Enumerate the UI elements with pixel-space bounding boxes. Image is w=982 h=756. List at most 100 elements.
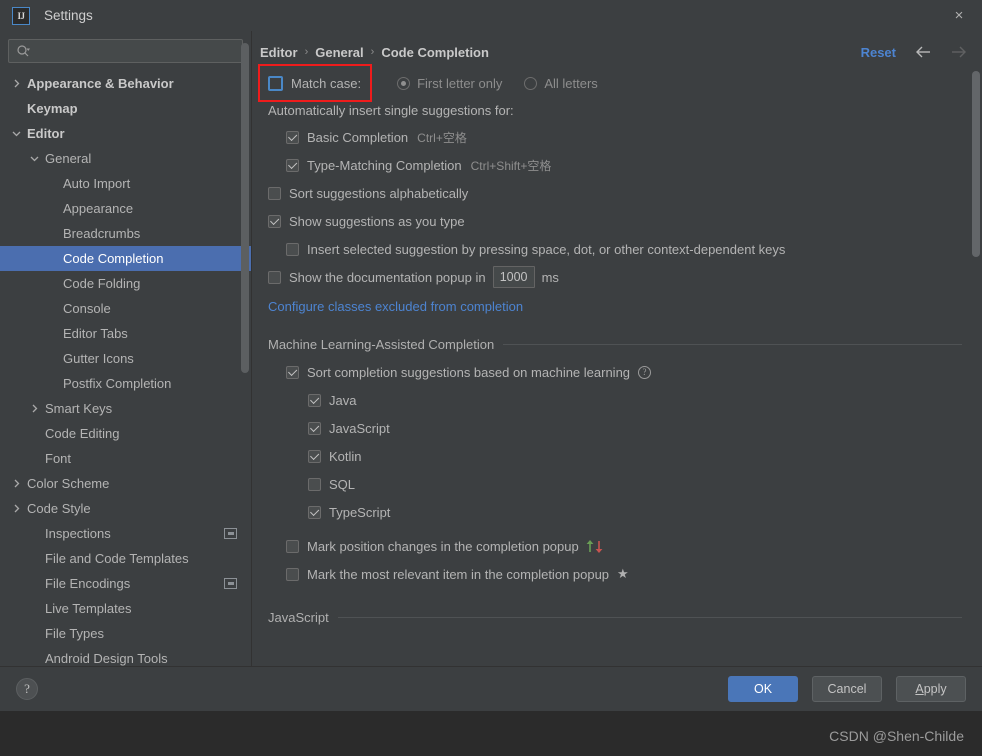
type-matching-completion-row: Type-Matching Completion Ctrl+Shift+空格: [260, 151, 962, 179]
sidebar-item-label: Inspections: [45, 526, 111, 541]
help-circle-icon[interactable]: ?: [638, 365, 652, 379]
content-scrollbar-thumb[interactable]: [972, 71, 980, 257]
doc-popup-checkbox[interactable]: [268, 270, 281, 284]
ml-language-typescript-checkbox[interactable]: [308, 505, 321, 519]
show-suggestions-checkbox[interactable]: [268, 214, 281, 228]
mark-relevant-checkbox[interactable]: [286, 567, 299, 581]
arrow-left-icon[interactable]: [914, 45, 932, 59]
ml-language-row: JavaScript: [260, 414, 962, 442]
sidebar-item-gutter-icons[interactable]: Gutter Icons: [0, 346, 251, 371]
ml-language-kotlin-checkbox[interactable]: [308, 449, 321, 463]
ml-language-java-checkbox[interactable]: [308, 393, 321, 407]
sidebar-item-live-templates[interactable]: Live Templates: [0, 596, 251, 621]
chevron-down-icon[interactable]: [10, 128, 22, 140]
reset-button[interactable]: Reset: [861, 45, 896, 60]
type-matching-completion-checkbox[interactable]: [286, 158, 299, 172]
auto-insert-header-row: Automatically insert single suggestions …: [260, 97, 962, 123]
mark-relevant-row: Mark the most relevant item in the compl…: [260, 560, 962, 588]
sidebar-item-label: Smart Keys: [45, 401, 113, 416]
sidebar-item-keymap[interactable]: Keymap: [0, 96, 251, 121]
sidebar-item-code-editing[interactable]: Code Editing: [0, 421, 251, 446]
radio-all-letters[interactable]: [524, 76, 538, 90]
chevron-right-icon[interactable]: [10, 78, 22, 90]
sidebar-item-editor[interactable]: Editor: [0, 121, 251, 146]
chevron-right-icon[interactable]: [10, 478, 22, 490]
ml-language-row: SQL: [260, 470, 962, 498]
ml-language-sql-checkbox[interactable]: [308, 477, 321, 491]
window-title: Settings: [44, 8, 93, 23]
sidebar-item-label: File Types: [45, 626, 105, 641]
settings-dialog: IJ Settings × Appearance & Behavior Keym…: [0, 0, 982, 711]
breadcrumb-item-general[interactable]: General: [315, 45, 363, 60]
search-icon: [16, 44, 30, 58]
sidebar-item-font[interactable]: Font: [0, 446, 251, 471]
sidebar-item-inspections[interactable]: Inspections: [0, 521, 251, 546]
search-input[interactable]: [30, 43, 242, 59]
configure-excluded-classes-link[interactable]: Configure classes excluded from completi…: [268, 299, 523, 314]
doc-popup-delay-input[interactable]: [492, 266, 535, 288]
sidebar-scrollbar-thumb[interactable]: [241, 43, 249, 373]
sidebar-item-code-style[interactable]: Code Style: [0, 496, 251, 521]
sidebar-item-auto-import[interactable]: Auto Import: [0, 171, 251, 196]
apply-button[interactable]: Apply: [896, 676, 966, 702]
ml-language-sql-label: SQL: [329, 476, 356, 492]
sidebar-item-editor-tabs[interactable]: Editor Tabs: [0, 321, 251, 346]
breadcrumb-separator: ›: [304, 46, 309, 58]
ml-language-javascript-checkbox[interactable]: [308, 421, 321, 435]
sidebar-item-android-design-tools[interactable]: Android Design Tools: [0, 646, 251, 666]
match-case-checkbox[interactable]: [268, 75, 283, 91]
sidebar-item-label: File and Code Templates: [45, 551, 189, 566]
insert-selected-checkbox[interactable]: [286, 242, 299, 256]
ml-language-row: Kotlin: [260, 442, 962, 470]
sidebar-item-smart-keys[interactable]: Smart Keys: [0, 396, 251, 421]
cancel-button[interactable]: Cancel: [812, 676, 882, 702]
sidebar-item-file-types[interactable]: File Types: [0, 621, 251, 646]
sidebar-item-file-encodings[interactable]: File Encodings: [0, 571, 251, 596]
chevron-right-icon[interactable]: [28, 403, 40, 415]
sort-alphabetically-checkbox[interactable]: [268, 186, 281, 200]
close-icon[interactable]: ×: [936, 0, 982, 31]
settings-tree: Appearance & Behavior Keymap Editor General…: [0, 69, 251, 666]
ok-button[interactable]: OK: [728, 676, 798, 702]
star-icon: ★: [617, 566, 629, 581]
basic-completion-checkbox[interactable]: [286, 130, 299, 144]
search-box[interactable]: [8, 39, 243, 63]
apply-button-mnemonic: A: [915, 682, 924, 696]
sidebar-item-file-and-code-templates[interactable]: File and Code Templates: [0, 546, 251, 571]
mark-position-checkbox[interactable]: [286, 539, 299, 553]
breadcrumb-actions: Reset: [861, 45, 968, 60]
apply-button-rest: pply: [923, 682, 947, 696]
sidebar-item-label: File Encodings: [45, 576, 131, 591]
footer-buttons: OK Cancel Apply: [728, 676, 966, 702]
sidebar-scrollbar[interactable]: [241, 31, 249, 666]
ml-sort-row: Sort completion suggestions based on mac…: [260, 358, 962, 386]
sidebar-item-code-completion[interactable]: Code Completion: [0, 246, 251, 271]
sidebar-item-label: Android Design Tools: [45, 651, 168, 666]
match-case-label: Match case:: [291, 75, 362, 91]
breadcrumb-item-editor[interactable]: Editor: [260, 45, 298, 60]
sidebar-item-appearance-behavior[interactable]: Appearance & Behavior: [0, 71, 251, 96]
watermark: CSDN @Shen-Childe: [829, 728, 964, 744]
sidebar-item-code-folding[interactable]: Code Folding: [0, 271, 251, 296]
sidebar-item-postfix-completion[interactable]: Postfix Completion: [0, 371, 251, 396]
content-scrollbar[interactable]: [972, 71, 980, 662]
ml-sort-checkbox[interactable]: [286, 365, 299, 379]
sidebar-item-breadcrumbs[interactable]: Breadcrumbs: [0, 221, 251, 246]
radio-first-letter-only[interactable]: [397, 76, 411, 90]
chevron-right-icon[interactable]: [10, 503, 22, 515]
help-button[interactable]: ?: [16, 678, 38, 700]
sidebar-item-console[interactable]: Console: [0, 296, 251, 321]
radio-first-letter-only-label: First letter only: [417, 75, 503, 91]
sidebar-item-general[interactable]: General: [0, 146, 251, 171]
ml-language-list: Java JavaScript Kotlin SQL TypeScript: [260, 386, 962, 526]
sidebar-item-color-scheme[interactable]: Color Scheme: [0, 471, 251, 496]
type-matching-completion-label: Type-Matching Completion: [307, 157, 462, 173]
chevron-down-icon[interactable]: [28, 153, 40, 165]
sidebar-item-label: Keymap: [27, 101, 78, 116]
sidebar-item-appearance[interactable]: Appearance: [0, 196, 251, 221]
